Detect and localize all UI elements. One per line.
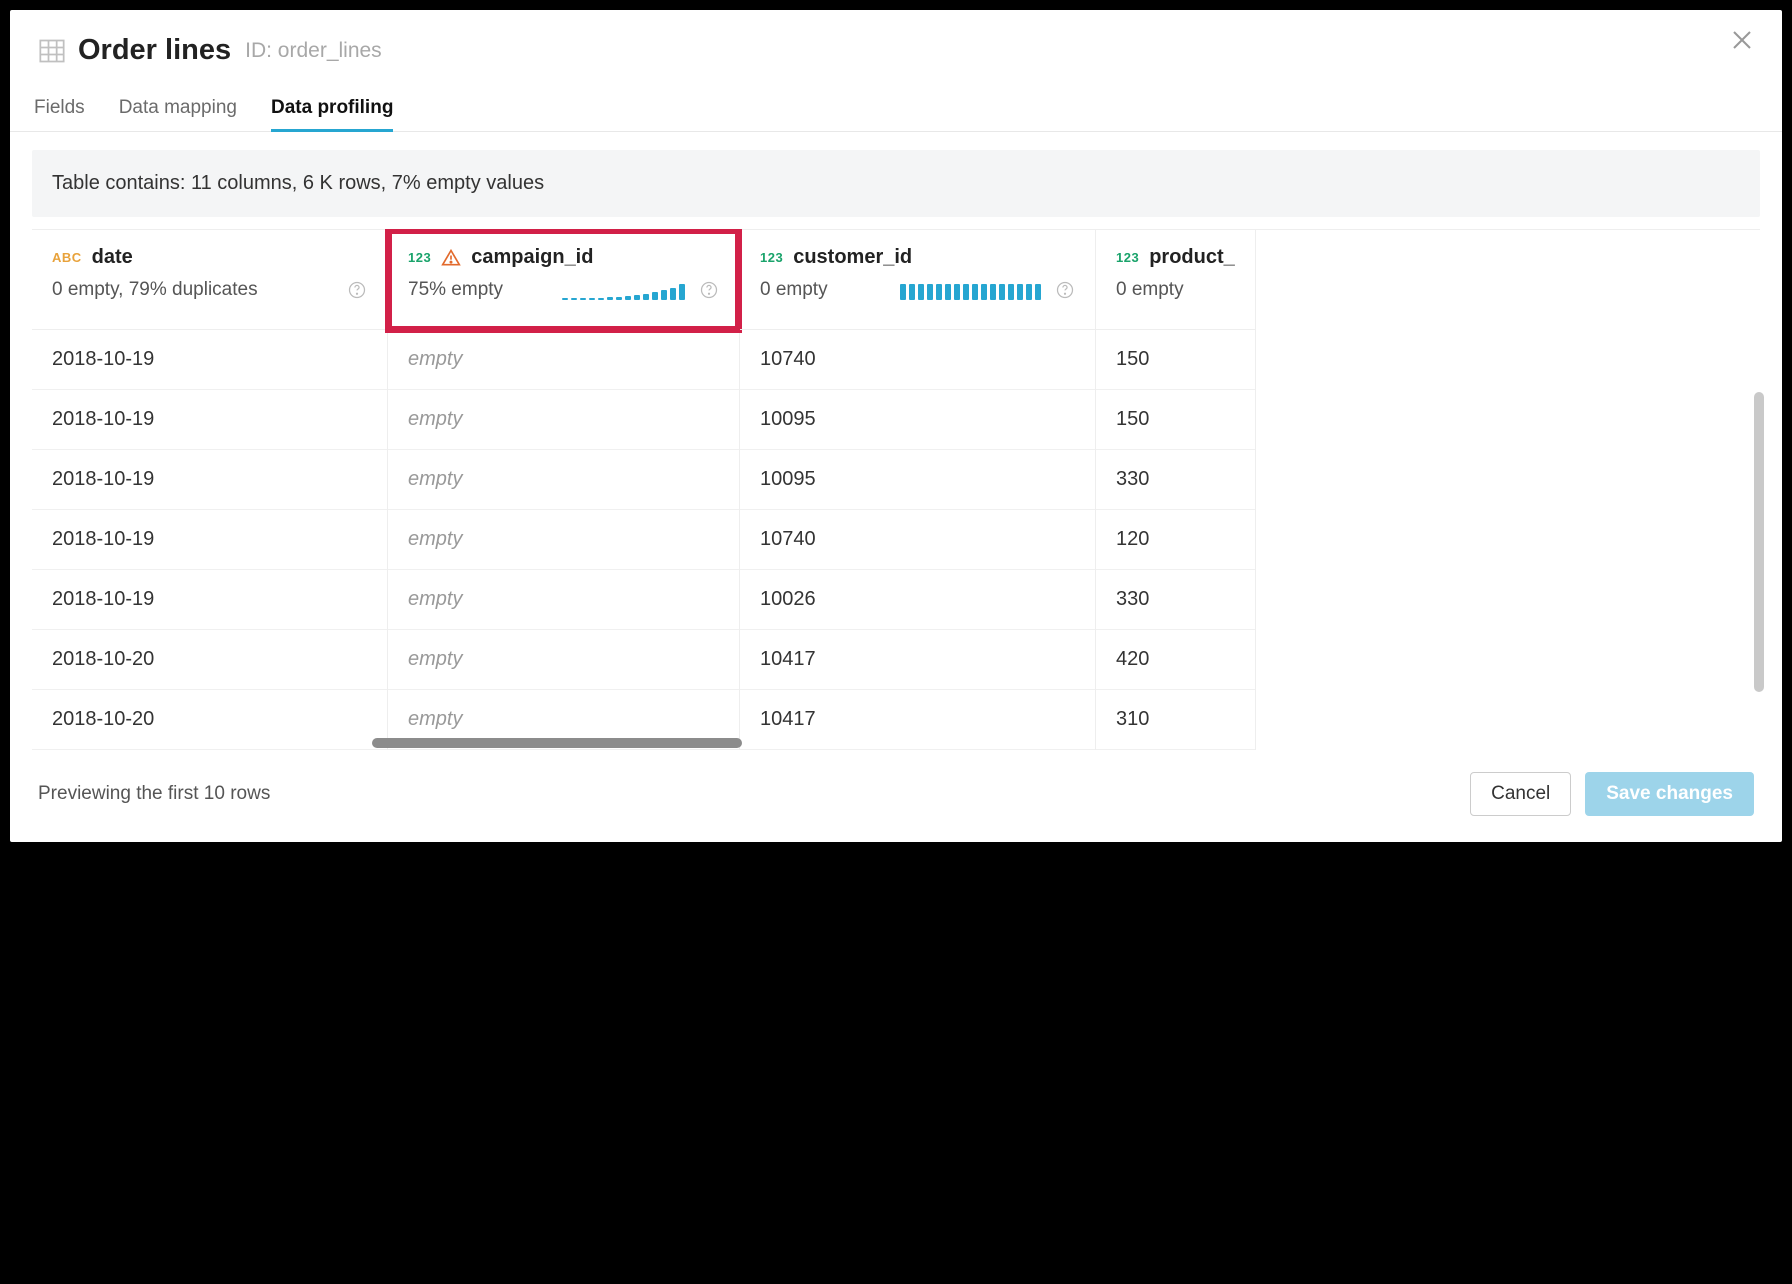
close-button[interactable] [1730,28,1754,57]
type-tag: 123 [1116,250,1139,265]
column-product_: 123product_0 empty150150330120330420310 [1096,230,1256,750]
cell[interactable]: 10026 [740,570,1095,630]
cell[interactable]: 10095 [740,390,1095,450]
column-stats: 75% empty [408,279,503,301]
cell[interactable]: empty [388,630,739,690]
footer-buttons: Cancel Save changes [1470,772,1754,816]
save-button[interactable]: Save changes [1585,772,1754,816]
column-name: campaign_id [471,246,593,269]
cell[interactable]: 10417 [740,630,1095,690]
cell[interactable]: 2018-10-19 [32,570,387,630]
page-title: Order lines [78,34,231,67]
horizontal-scrollbar[interactable] [372,738,742,748]
cell[interactable]: 10740 [740,510,1095,570]
cell[interactable]: 120 [1096,510,1255,570]
cell[interactable]: empty [388,450,739,510]
cancel-button[interactable]: Cancel [1470,772,1571,816]
cell[interactable]: 2018-10-19 [32,510,387,570]
table: ABC date 0 empty, 79% duplicates 2018-10-19… [32,229,1760,750]
cell[interactable]: 150 [1096,390,1255,450]
cell[interactable]: 10740 [740,330,1095,390]
cell[interactable]: 2018-10-20 [32,630,387,690]
cell[interactable]: 330 [1096,450,1255,510]
help-icon[interactable] [699,280,719,300]
cell[interactable]: 10417 [740,690,1095,750]
cell[interactable]: empty [388,390,739,450]
vertical-scrollbar[interactable] [1754,392,1764,692]
cell[interactable]: 310 [1096,690,1255,750]
column-name: date [92,246,133,269]
cell[interactable]: empty [388,510,739,570]
tab-data-mapping[interactable]: Data mapping [119,97,237,131]
cell[interactable]: 420 [1096,630,1255,690]
cell[interactable]: 330 [1096,570,1255,630]
preview-note: Previewing the first 10 rows [38,783,270,805]
tabs: Fields Data mapping Data profiling [10,97,1782,132]
modal: Order lines ID: order_lines Fields Data … [10,10,1782,842]
column-date: ABC date 0 empty, 79% duplicates 2018-10-19… [32,230,388,750]
sparkline [513,280,685,300]
type-tag: ABC [52,250,82,265]
type-tag: 123 [760,250,783,265]
column-header[interactable]: 123 customer_id 0 empty [740,230,1095,330]
column-name: customer_id [793,246,912,269]
page-id: ID: order_lines [245,39,382,63]
cell[interactable]: 150 [1096,330,1255,390]
column-header[interactable]: 123 product_ 0 empty [1096,230,1255,330]
title-row: Order lines ID: order_lines [38,34,1754,67]
cell[interactable]: 2018-10-19 [32,450,387,510]
column-header[interactable]: 123 campaign_id 75% empty [388,230,739,330]
help-icon[interactable] [1055,280,1075,300]
cell[interactable]: empty [388,570,739,630]
cell[interactable]: empty [388,330,739,390]
sparkline [838,280,1041,300]
help-icon[interactable] [347,280,367,300]
tab-fields[interactable]: Fields [34,97,85,131]
column-campaign_id: 123campaign_id75% emptyemptyemptyemptyem… [388,230,740,750]
cell[interactable]: 2018-10-19 [32,330,387,390]
cell[interactable]: 2018-10-20 [32,690,387,750]
column-header[interactable]: ABC date 0 empty, 79% duplicates [32,230,387,330]
type-tag: 123 [408,250,431,265]
column-name: product_ [1149,246,1235,269]
column-stats: 0 empty, 79% duplicates [52,279,258,301]
cell[interactable]: 10095 [740,450,1095,510]
warning-icon [441,248,461,268]
footer: Previewing the first 10 rows Cancel Save… [10,750,1782,842]
column-customer_id: 123customer_id0 empty1074010095100951074… [740,230,1096,750]
table-icon [38,37,66,65]
modal-header: Order lines ID: order_lines [10,10,1782,67]
column-stats: 0 empty [1116,279,1184,301]
cell[interactable]: 2018-10-19 [32,390,387,450]
tab-data-profiling[interactable]: Data profiling [271,97,393,131]
column-stats: 0 empty [760,279,828,301]
summary-banner: Table contains: 11 columns, 6 K rows, 7%… [32,150,1760,217]
